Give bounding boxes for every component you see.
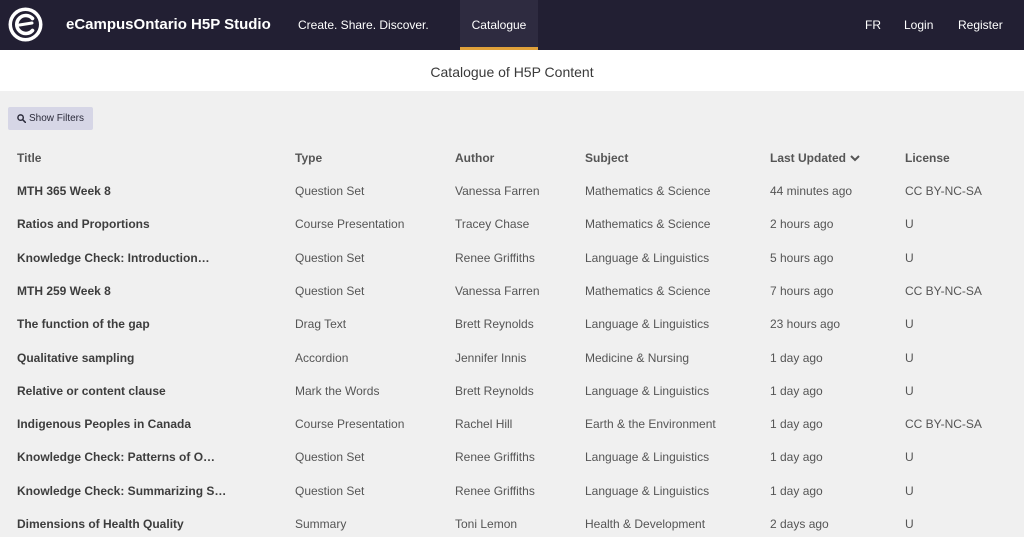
row-subject: Mathematics & Science <box>585 283 711 298</box>
row-type: Drag Text <box>295 317 347 332</box>
table-row[interactable]: MTH 365 Week 8 Question Set Vanessa Farren… <box>0 182 1024 215</box>
row-type: Question Set <box>295 184 365 198</box>
column-header-title[interactable]: Title <box>17 151 41 165</box>
row-author: Jennifer Innis <box>455 350 527 365</box>
column-header-type[interactable]: Type <box>295 151 322 165</box>
row-license: U <box>905 217 914 232</box>
row-subject: Mathematics & Science <box>585 184 711 198</box>
language-toggle-link[interactable]: FR <box>865 18 881 32</box>
row-title-link[interactable]: MTH 365 Week 8 <box>17 184 111 198</box>
table-row[interactable]: Dimensions of Health Quality Summary Toni … <box>0 515 1024 537</box>
row-subject: Mathematics & Science <box>585 217 711 232</box>
row-subject: Medicine & Nursing <box>585 350 690 365</box>
column-header-author[interactable]: Author <box>455 151 494 165</box>
row-title-link[interactable]: Relative or content clause <box>17 384 166 398</box>
row-license: CC BY-NC-SA <box>905 417 982 432</box>
row-author: Brett Reynolds <box>455 383 534 398</box>
row-type: Course Presentation <box>295 417 405 432</box>
row-updated: 2 days ago <box>770 517 829 531</box>
row-subject: Language & Linguistics <box>585 383 710 398</box>
row-title-link[interactable]: The function of the gap <box>17 317 150 331</box>
row-title-link[interactable]: Dimensions of Health Quality <box>17 517 184 531</box>
row-title-link[interactable]: Indigenous Peoples in Canada <box>17 417 191 431</box>
row-author: Rachel Hill <box>455 417 513 432</box>
table-row[interactable]: Ratios and Proportions Course Presentatio… <box>0 215 1024 248</box>
row-subject: Language & Linguistics <box>585 483 710 498</box>
row-author: Toni Lemon <box>455 517 518 531</box>
row-subject: Language & Linguistics <box>585 317 710 332</box>
row-updated: 7 hours ago <box>770 283 834 298</box>
row-author: Tracey Chase <box>455 217 530 232</box>
row-updated: 1 day ago <box>770 383 823 398</box>
row-subject: Language & Linguistics <box>585 250 710 265</box>
register-link[interactable]: Register <box>958 18 1003 32</box>
table-row[interactable]: MTH 259 Week 8 Question Set Vanessa Farren… <box>0 282 1024 315</box>
table-row[interactable]: Knowledge Check: Patterns of O… Question … <box>0 448 1024 481</box>
row-updated: 1 day ago <box>770 350 823 365</box>
column-header-last-updated-label: Last Updated <box>770 151 847 165</box>
column-header-last-updated[interactable]: Last Updated <box>770 151 860 165</box>
table-row[interactable]: Knowledge Check: Summarizing S… Question … <box>0 482 1024 515</box>
row-author: Renee Griffiths <box>455 450 535 465</box>
row-updated: 1 day ago <box>770 417 823 432</box>
row-updated: 1 day ago <box>770 450 823 465</box>
row-license: U <box>905 350 914 365</box>
table-row[interactable]: Relative or content clause Mark the Words… <box>0 382 1024 415</box>
table-row[interactable]: Indigenous Peoples in Canada Course Prese… <box>0 415 1024 448</box>
tab-catalogue-label: Catalogue <box>471 18 527 32</box>
column-header-license[interactable]: License <box>905 151 950 165</box>
row-type: Mark the Words <box>295 383 380 398</box>
row-type: Question Set <box>295 450 365 465</box>
page-header: Catalogue of H5P Content <box>0 50 1024 91</box>
row-title-link[interactable]: Knowledge Check: Introduction… <box>17 251 210 265</box>
row-type: Question Set <box>295 283 365 298</box>
table-row[interactable]: Qualitative sampling Accordion Jennifer In… <box>0 349 1024 382</box>
brand-link[interactable]: eCampusOntario H5P Studio <box>66 16 271 33</box>
row-type: Question Set <box>295 483 365 498</box>
row-title-link[interactable]: Knowledge Check: Summarizing S… <box>17 484 226 498</box>
row-author: Renee Griffiths <box>455 250 535 265</box>
page-title: Catalogue of H5P Content <box>430 64 594 80</box>
tab-catalogue[interactable]: Catalogue <box>460 0 538 50</box>
column-header-subject[interactable]: Subject <box>585 151 628 165</box>
row-subject: Health & Development <box>585 517 706 531</box>
row-license: U <box>905 517 914 531</box>
row-updated: 2 hours ago <box>770 217 834 232</box>
row-license: U <box>905 317 914 332</box>
row-title-link[interactable]: MTH 259 Week 8 <box>17 284 111 298</box>
chevron-down-icon <box>850 155 860 162</box>
row-updated: 5 hours ago <box>770 250 834 265</box>
row-author: Brett Reynolds <box>455 317 534 332</box>
row-license: CC BY-NC-SA <box>905 184 982 198</box>
login-link[interactable]: Login <box>904 18 933 32</box>
row-title-link[interactable]: Ratios and Proportions <box>17 217 150 231</box>
table-row[interactable]: Knowledge Check: Introduction… Question S… <box>0 249 1024 282</box>
table-row[interactable]: The function of the gap Drag Text Brett Re… <box>0 315 1024 348</box>
row-updated: 1 day ago <box>770 483 823 498</box>
row-author: Renee Griffiths <box>455 483 535 498</box>
row-type: Accordion <box>295 350 349 365</box>
search-icon <box>17 114 26 123</box>
row-type: Question Set <box>295 250 365 265</box>
row-license: U <box>905 383 914 398</box>
row-license: U <box>905 250 914 265</box>
row-subject: Language & Linguistics <box>585 450 710 465</box>
row-author: Vanessa Farren <box>455 184 540 198</box>
row-subject: Earth & the Environment <box>585 417 716 432</box>
ecampus-logo-icon[interactable] <box>7 6 44 43</box>
row-license: U <box>905 483 914 498</box>
row-author: Vanessa Farren <box>455 283 540 298</box>
row-license: CC BY-NC-SA <box>905 283 982 298</box>
row-title-link[interactable]: Knowledge Check: Patterns of O… <box>17 450 215 464</box>
top-navbar: eCampusOntario H5P Studio Create. Share.… <box>0 0 1024 50</box>
row-title-link[interactable]: Qualitative sampling <box>17 351 134 365</box>
row-type: Summary <box>295 517 347 531</box>
tagline-link[interactable]: Create. Share. Discover. <box>298 18 429 32</box>
show-filters-label: Show Filters <box>29 113 85 124</box>
row-type: Course Presentation <box>295 217 405 232</box>
row-updated: 23 hours ago <box>770 317 841 332</box>
show-filters-button[interactable]: Show Filters <box>8 107 93 130</box>
row-updated: 44 minutes ago <box>770 184 853 198</box>
row-license: U <box>905 450 914 465</box>
